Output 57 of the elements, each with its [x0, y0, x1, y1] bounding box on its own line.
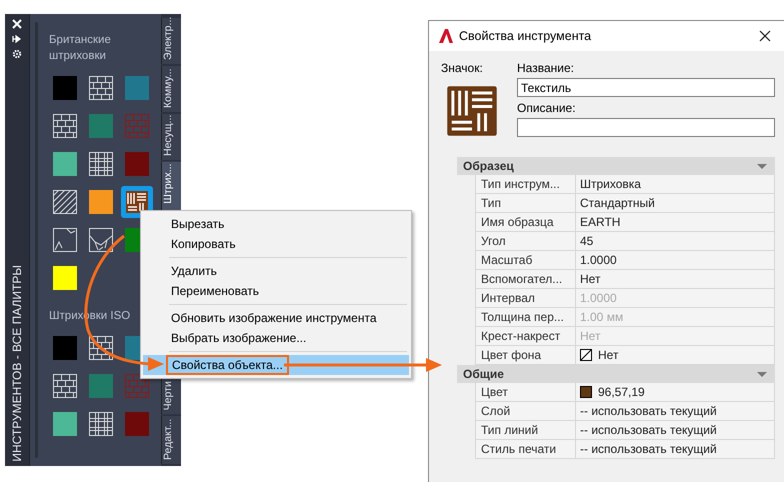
section-title: Образец [463, 159, 515, 173]
property-value[interactable]: -- использовать текущий [576, 440, 775, 459]
settings-icon[interactable] [12, 49, 22, 59]
property-name: Угол [475, 232, 576, 251]
property-name: Тип [475, 194, 576, 213]
property-name: Цвет фона [475, 346, 576, 365]
menu-item[interactable]: Выбрать изображение... [143, 328, 409, 348]
menu-item[interactable]: Удалить [143, 261, 409, 281]
menu-item[interactable]: Вырезать [143, 214, 409, 234]
menu-item[interactable]: Копировать [143, 234, 409, 254]
property-name: Вспомогател... [475, 270, 576, 289]
menu-item[interactable]: Свойства объекта... [143, 355, 409, 375]
property-name: Крест-накрест [475, 327, 576, 346]
description-label: Описание: [517, 101, 577, 115]
property-value[interactable]: EARTH [576, 213, 775, 232]
pin-icon[interactable] [12, 34, 22, 44]
property-value[interactable]: Нет [576, 270, 775, 289]
property-value[interactable]: 1.0000 [576, 251, 775, 270]
property-name: Слой [475, 402, 576, 421]
description-field[interactable] [517, 118, 775, 137]
parquet-pattern-icon[interactable] [445, 84, 499, 138]
property-name: Стиль печати [475, 440, 576, 459]
property-name: Интервал [475, 289, 576, 308]
property-name: Тип инструм... [475, 175, 576, 194]
collapse-icon[interactable] [757, 164, 767, 168]
close-icon[interactable] [759, 30, 771, 42]
section-header[interactable]: Образец [457, 157, 775, 175]
section-title: Общие [463, 367, 505, 381]
group-title: Британские штриховки [49, 33, 112, 64]
hatch-tool[interactable] [121, 186, 153, 218]
dialog-title: Свойства инструмента [459, 29, 592, 43]
property-value[interactable]: Штриховка [576, 175, 775, 194]
property-name: Тип линий [475, 421, 576, 440]
property-value[interactable]: Стандартный [576, 194, 775, 213]
palette-tab[interactable]: Редакт... [161, 416, 181, 464]
palette-tab[interactable]: Несущ... [161, 114, 181, 160]
property-name: Масштаб [475, 251, 576, 270]
property-value[interactable]: 96,57,19 [576, 383, 775, 402]
section-header[interactable]: Общие [457, 365, 775, 383]
no-color-icon [580, 349, 592, 361]
property-value[interactable]: Нет [576, 346, 775, 365]
palette-tab[interactable]: Комму... [161, 66, 181, 112]
menu-item[interactable]: Переименовать [143, 281, 409, 301]
palette-title: ИНСТРУМЕНТОВ - ВСЕ ПАЛИТРЫ [10, 264, 24, 464]
property-value[interactable]: 45 [576, 232, 775, 251]
name-field[interactable]: Текстиль [517, 78, 775, 97]
property-name: Имя образца [475, 213, 576, 232]
name-label: Название: [517, 61, 575, 75]
collapse-icon[interactable] [757, 372, 767, 376]
property-value[interactable]: -- использовать текущий [576, 421, 775, 440]
property-name: Толщина пер... [475, 308, 576, 327]
icon-label: Значок: [441, 61, 484, 75]
palette-tab[interactable]: Электр... [161, 18, 181, 64]
property-name: Цвет [475, 383, 576, 402]
property-value[interactable]: -- использовать текущий [576, 402, 775, 421]
app-logo-icon [439, 29, 453, 43]
menu-item[interactable]: Обновить изображение инструмента [143, 308, 409, 328]
